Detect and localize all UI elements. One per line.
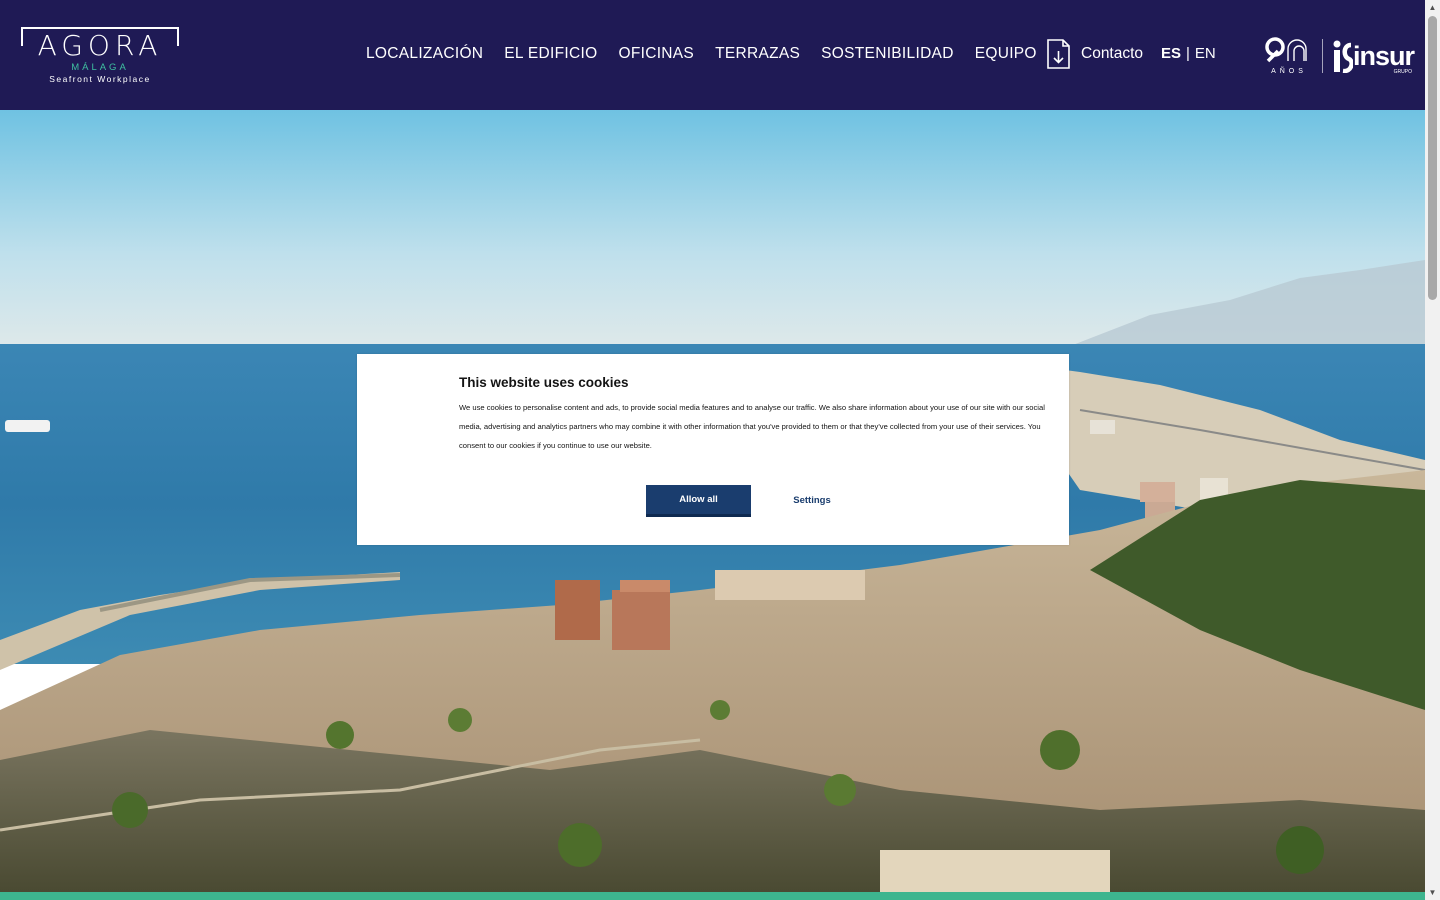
- language-switcher: ES | EN: [1161, 45, 1216, 62]
- nav-sostenibilidad[interactable]: SOSTENIBILIDAD: [821, 44, 954, 64]
- download-icon: [1047, 39, 1070, 69]
- logo-tagline: Seafront Workplace: [49, 74, 151, 84]
- nav-oficinas[interactable]: OFICINAS: [618, 44, 694, 64]
- allow-all-button[interactable]: Allow all: [646, 485, 751, 517]
- scroll-thumb[interactable]: [1428, 16, 1437, 300]
- main-nav: LOCALIZACIÓN EL EDIFICIO OFICINAS TERRAZ…: [366, 44, 1058, 64]
- logo-city: MÁLAGA: [71, 62, 129, 73]
- cookie-body-text: We use cookies to personalise content an…: [459, 403, 1045, 450]
- nav-el-edificio[interactable]: EL EDIFICIO: [504, 44, 597, 64]
- lang-separator: |: [1186, 45, 1190, 62]
- nav-localizacion[interactable]: LOCALIZACIÓN: [366, 44, 483, 64]
- group-brand: AÑOS insur GRUPO: [1264, 37, 1415, 75]
- cookie-consent-dialog: This website uses cookies We use cookies…: [357, 354, 1069, 545]
- insur-wordmark: insur: [1353, 41, 1415, 71]
- nav-terrazas[interactable]: TERRAZAS: [715, 44, 800, 64]
- page-scrollbar[interactable]: ▲ ▼: [1425, 0, 1440, 900]
- nav-equipo[interactable]: EQUIPO: [975, 44, 1037, 64]
- lang-en[interactable]: EN: [1195, 45, 1216, 62]
- insur-logo[interactable]: insur GRUPO: [1331, 39, 1415, 75]
- brand-divider: [1322, 39, 1323, 73]
- anniversary-label: AÑOS: [1271, 68, 1307, 75]
- anniversary-badge: AÑOS: [1264, 37, 1314, 75]
- cookie-title: This website uses cookies: [459, 375, 629, 390]
- grupo-label: GRUPO: [1393, 69, 1413, 75]
- contact-label: Contacto: [1081, 45, 1144, 62]
- anniversary-mark-icon: [1265, 37, 1307, 63]
- scroll-down-arrow-icon[interactable]: ▼: [1425, 885, 1440, 900]
- contact-link[interactable]: Contacto: [1046, 39, 1143, 69]
- agora-logo[interactable]: AGORA MÁLAGA Seafront Workplace: [20, 26, 180, 86]
- scroll-up-arrow-icon[interactable]: ▲: [1425, 0, 1440, 15]
- site-header: AGORA MÁLAGA Seafront Workplace LOCALIZA…: [0, 0, 1425, 110]
- insur-mark-icon: [1333, 40, 1353, 73]
- cookie-settings-button[interactable]: Settings: [767, 485, 857, 517]
- bottom-accent-bar: [0, 892, 1425, 900]
- lang-es[interactable]: ES: [1161, 45, 1181, 62]
- logo-word: AGORA: [37, 29, 163, 62]
